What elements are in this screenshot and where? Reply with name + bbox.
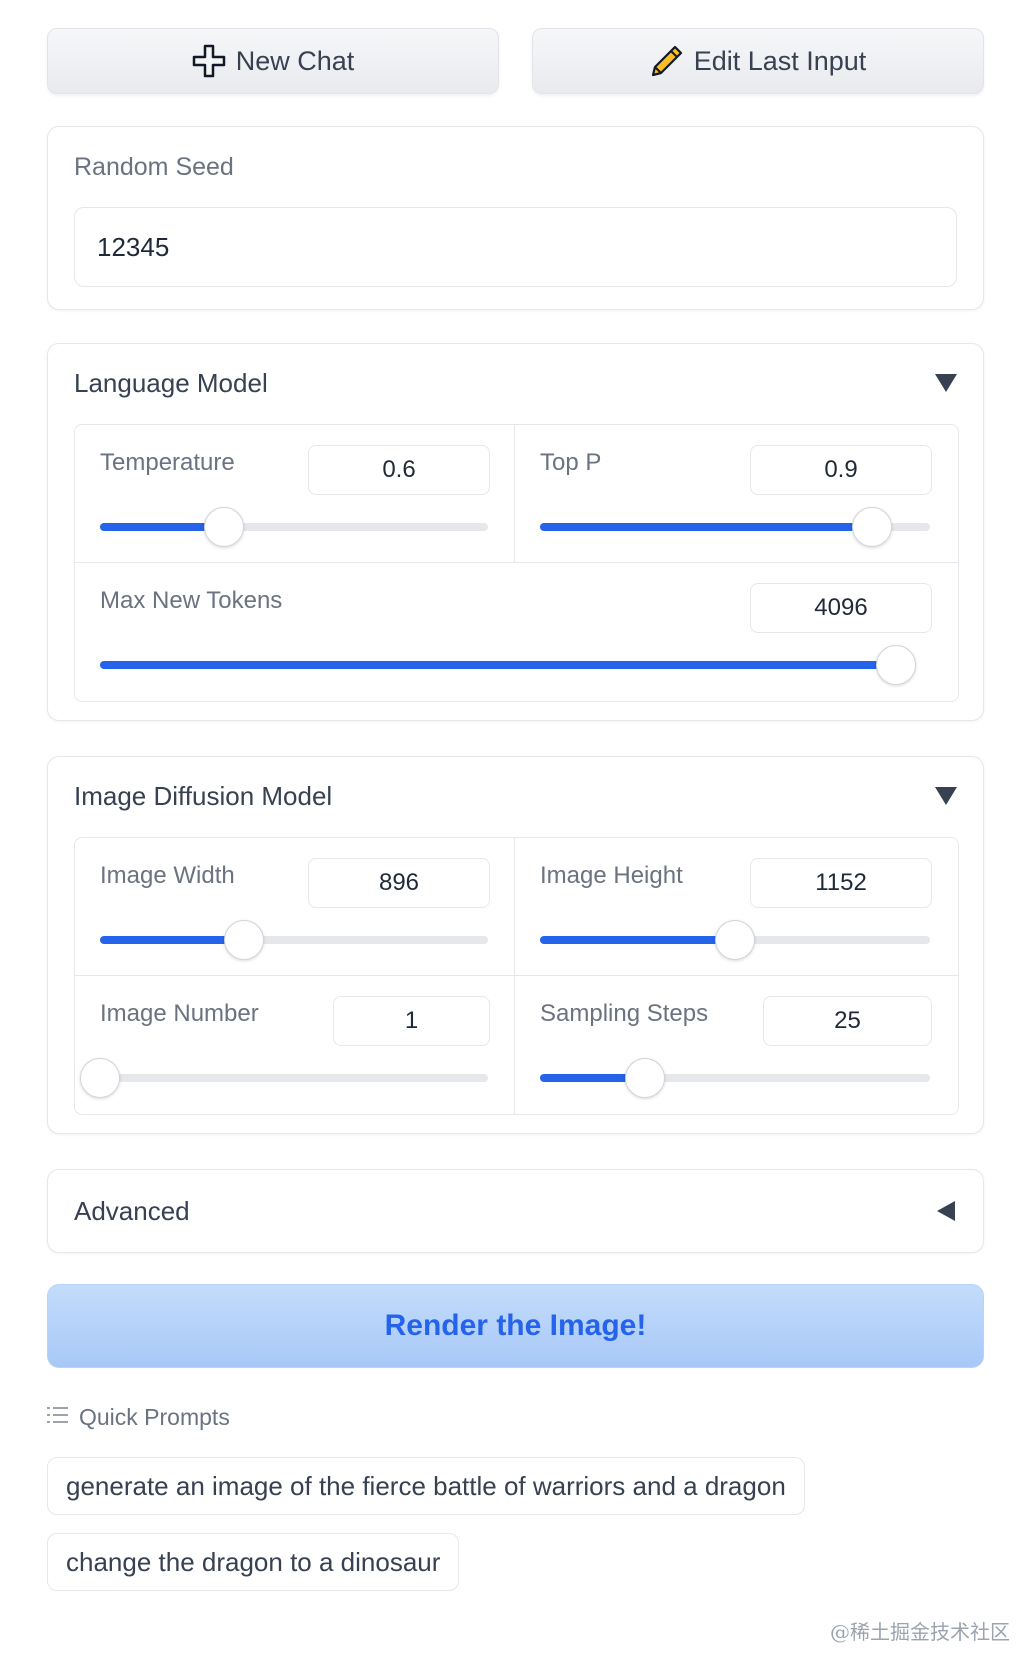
top-p-input[interactable]: 0.9 xyxy=(750,445,932,495)
quick-prompt-item[interactable]: change the dragon to a dinosaur xyxy=(47,1533,460,1591)
image-width-slider[interactable] xyxy=(100,920,488,960)
top-p-control: Top P 0.9 xyxy=(515,425,958,563)
image-width-label: Image Width xyxy=(100,862,235,889)
temperature-control: Temperature 0.6 xyxy=(75,425,515,563)
image-width-value: 896 xyxy=(378,869,420,896)
temperature-input[interactable]: 0.6 xyxy=(308,445,490,495)
top-p-slider-fill xyxy=(540,523,872,531)
quick-prompts-label: Quick Prompts xyxy=(79,1403,230,1430)
sampling-steps-slider-handle[interactable] xyxy=(625,1058,666,1098)
expand-triangle-icon[interactable] xyxy=(937,1201,955,1221)
collapse-triangle-icon[interactable] xyxy=(935,374,957,392)
image-height-control: Image Height 1152 xyxy=(515,838,958,976)
top-p-value: 0.9 xyxy=(824,456,858,483)
random-seed-label: Random Seed xyxy=(74,153,234,181)
plus-icon xyxy=(192,44,226,78)
edit-last-input-label: Edit Last Input xyxy=(693,45,867,76)
quick-prompts-header: Quick Prompts xyxy=(47,1402,230,1432)
max-new-tokens-slider[interactable] xyxy=(100,645,916,685)
image-width-input[interactable]: 896 xyxy=(308,858,490,908)
new-chat-label: New Chat xyxy=(235,45,355,76)
max-new-tokens-slider-fill xyxy=(100,661,896,669)
quick-prompt-item[interactable]: generate an image of the fierce battle o… xyxy=(47,1457,805,1515)
image-height-slider-handle[interactable] xyxy=(715,920,755,960)
watermark: @稀土掘金技术社区 xyxy=(830,1620,1010,1644)
sampling-steps-label: Sampling Steps xyxy=(540,1000,709,1027)
image-number-value: 1 xyxy=(404,1007,419,1034)
new-chat-button[interactable]: New Chat xyxy=(47,28,499,94)
image-diffusion-model-title: Image Diffusion Model xyxy=(74,781,333,811)
image-number-label: Image Number xyxy=(100,1000,259,1027)
max-new-tokens-label: Max New Tokens xyxy=(100,587,283,614)
advanced-title: Advanced xyxy=(74,1196,190,1226)
max-new-tokens-value: 4096 xyxy=(814,594,868,621)
image-model-grid: Image Width 896 Image Height 1152 Image … xyxy=(74,837,959,1115)
random-seed-input[interactable]: 12345 xyxy=(74,207,957,287)
render-image-button[interactable]: Render the Image! xyxy=(47,1284,984,1368)
temperature-slider[interactable] xyxy=(100,507,488,547)
image-width-slider-handle[interactable] xyxy=(223,920,264,960)
sampling-steps-slider[interactable] xyxy=(540,1058,930,1098)
top-p-slider[interactable] xyxy=(540,507,930,547)
language-model-panel: Language Model Temperature 0.6 Top P 0.9 xyxy=(47,343,984,721)
image-number-slider-handle[interactable] xyxy=(80,1058,120,1098)
edit-last-input-button[interactable]: Edit Last Input xyxy=(532,28,984,94)
sampling-steps-input[interactable]: 25 xyxy=(763,996,932,1046)
language-model-title: Language Model xyxy=(74,368,268,398)
temperature-slider-handle[interactable] xyxy=(204,507,245,547)
image-width-control: Image Width 896 xyxy=(75,838,515,976)
image-number-slider[interactable] xyxy=(80,1058,488,1098)
max-new-tokens-control: Max New Tokens 4096 xyxy=(75,563,958,701)
image-height-slider-fill xyxy=(540,936,735,944)
top-p-slider-handle[interactable] xyxy=(851,507,892,547)
image-width-slider-fill xyxy=(100,936,244,944)
language-model-grid: Temperature 0.6 Top P 0.9 Max New Tokens xyxy=(74,424,959,702)
pencil-icon xyxy=(650,44,684,78)
random-seed-value: 12345 xyxy=(97,231,170,262)
image-height-label: Image Height xyxy=(540,862,683,889)
max-new-tokens-slider-handle[interactable] xyxy=(875,645,916,685)
image-height-value: 1152 xyxy=(815,869,867,896)
image-height-slider[interactable] xyxy=(540,920,930,960)
temperature-label: Temperature xyxy=(100,449,235,476)
random-seed-panel: Random Seed 12345 xyxy=(47,126,984,310)
max-new-tokens-input[interactable]: 4096 xyxy=(750,583,932,633)
image-number-control: Image Number 1 xyxy=(75,976,515,1114)
image-height-input[interactable]: 1152 xyxy=(750,858,932,908)
top-p-label: Top P xyxy=(540,449,602,476)
advanced-panel[interactable]: Advanced xyxy=(47,1169,984,1253)
sampling-steps-value: 25 xyxy=(834,1007,861,1034)
sampling-steps-control: Sampling Steps 25 xyxy=(515,976,958,1114)
image-diffusion-model-panel: Image Diffusion Model Image Width 896 Im… xyxy=(47,756,984,1134)
list-icon xyxy=(47,1404,69,1431)
image-number-input[interactable]: 1 xyxy=(333,996,490,1046)
temperature-value: 0.6 xyxy=(382,456,416,483)
collapse-triangle-icon[interactable] xyxy=(935,787,957,805)
